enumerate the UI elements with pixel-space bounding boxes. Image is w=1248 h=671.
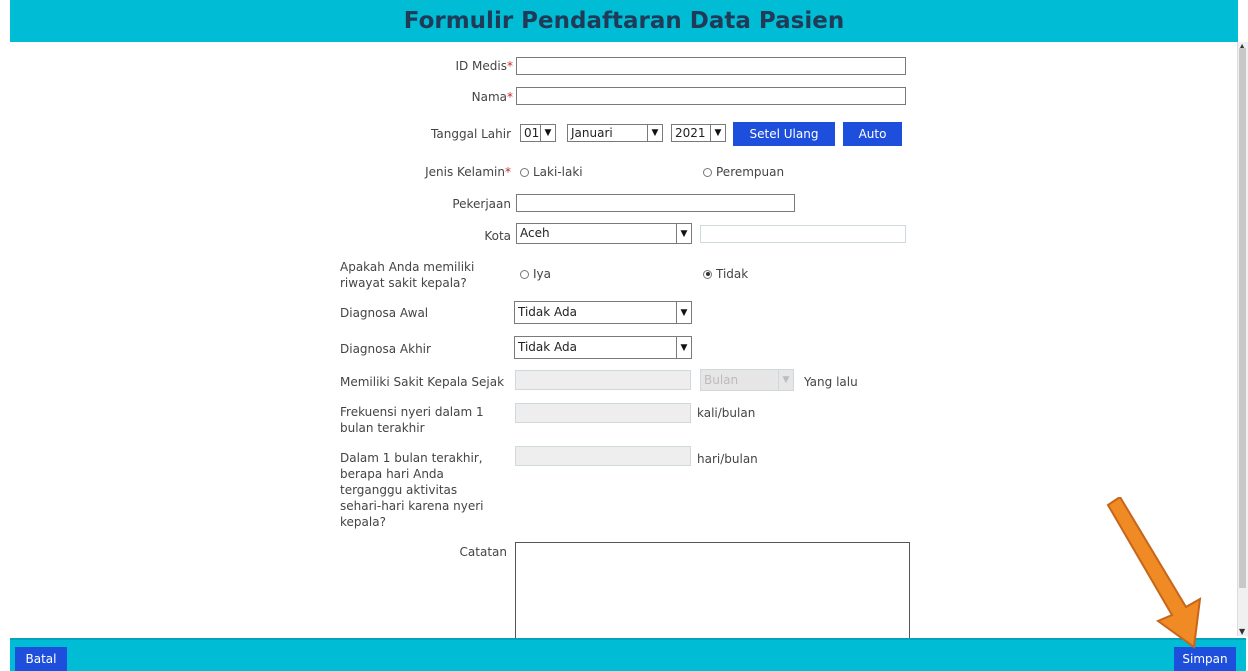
jenis-kelamin-label: Jenis Kelamin* xyxy=(425,165,511,179)
chevron-down-icon: ▼ xyxy=(676,337,691,358)
nama-input[interactable] xyxy=(516,87,906,105)
nama-label: Nama* xyxy=(471,90,513,104)
scroll-down-icon[interactable]: ▼ xyxy=(1239,627,1245,636)
radio-tidak[interactable]: Tidak xyxy=(703,267,748,281)
cancel-button[interactable]: Batal xyxy=(15,647,67,671)
pekerjaan-label: Pekerjaan xyxy=(452,197,511,211)
kota-extra-input[interactable] xyxy=(700,225,906,243)
radio-selected-icon xyxy=(703,269,712,279)
page-title: Formulir Pendaftaran Data Pasien xyxy=(403,8,845,34)
diagnosa-akhir-label: Diagnosa Akhir xyxy=(340,342,431,356)
sejak-input[interactable] xyxy=(515,370,691,390)
scroll-thumb[interactable] xyxy=(1239,48,1246,588)
header-bar: Formulir Pendaftaran Data Pasien xyxy=(10,0,1238,42)
tanggal-lahir-label: Tanggal Lahir xyxy=(431,127,511,141)
day-select[interactable]: 01 ▼ xyxy=(520,124,556,142)
sejak-suffix: Yang lalu xyxy=(804,375,858,389)
diagnosa-akhir-select[interactable]: Tidak Ada ▼ xyxy=(514,336,692,359)
annotation-arrow-icon xyxy=(1106,497,1202,649)
catatan-label: Catatan xyxy=(459,545,507,559)
radio-laki-laki[interactable]: Laki-laki xyxy=(520,165,583,179)
auto-button[interactable]: Auto xyxy=(843,122,902,146)
riwayat-label: Apakah Anda memiliki riwayat sakit kepala… xyxy=(340,260,475,290)
reset-button[interactable]: Setel Ulang xyxy=(733,122,835,146)
id-medis-input[interactable] xyxy=(516,57,906,75)
frekuensi-label: Frekuensi nyeri dalam 1 bulan terakhir xyxy=(340,405,484,435)
chevron-down-icon: ▼ xyxy=(540,125,555,141)
terganggu-unit: hari/bulan xyxy=(697,452,758,466)
chevron-down-icon: ▼ xyxy=(778,370,793,390)
id-medis-label: ID Medis* xyxy=(455,59,513,73)
chevron-down-icon: ▼ xyxy=(647,125,662,141)
chevron-down-icon: ▼ xyxy=(676,224,691,243)
year-select[interactable]: 2021 ▼ xyxy=(671,124,726,142)
kota-label: Kota xyxy=(484,229,511,243)
footer-bar: Batal Simpan xyxy=(10,638,1246,671)
radio-circle-icon xyxy=(520,269,529,279)
catatan-textarea[interactable] xyxy=(515,542,910,648)
sejak-unit-select[interactable]: Bulan ▼ xyxy=(700,369,794,391)
pekerjaan-input[interactable] xyxy=(516,194,795,212)
diagnosa-awal-select[interactable]: Tidak Ada ▼ xyxy=(514,301,692,324)
month-select[interactable]: Januari ▼ xyxy=(567,124,663,142)
radio-iya[interactable]: Iya xyxy=(520,267,551,281)
diagnosa-awal-label: Diagnosa Awal xyxy=(340,306,429,320)
vertical-scrollbar[interactable]: ▲ ▼ xyxy=(1237,42,1248,636)
radio-circle-icon xyxy=(703,167,712,177)
radio-perempuan[interactable]: Perempuan xyxy=(703,165,784,179)
terganggu-label: Dalam 1 bulan terakhir, berapa hari Anda… xyxy=(340,451,484,529)
frekuensi-unit: kali/bulan xyxy=(697,406,756,420)
frekuensi-input[interactable] xyxy=(515,403,691,423)
kota-select[interactable]: Aceh ▼ xyxy=(516,223,692,244)
sejak-label: Memiliki Sakit Kepala Sejak xyxy=(340,375,505,389)
radio-circle-icon xyxy=(520,167,529,177)
chevron-down-icon: ▼ xyxy=(676,302,691,323)
terganggu-input[interactable] xyxy=(515,446,691,466)
chevron-down-icon: ▼ xyxy=(710,125,725,141)
